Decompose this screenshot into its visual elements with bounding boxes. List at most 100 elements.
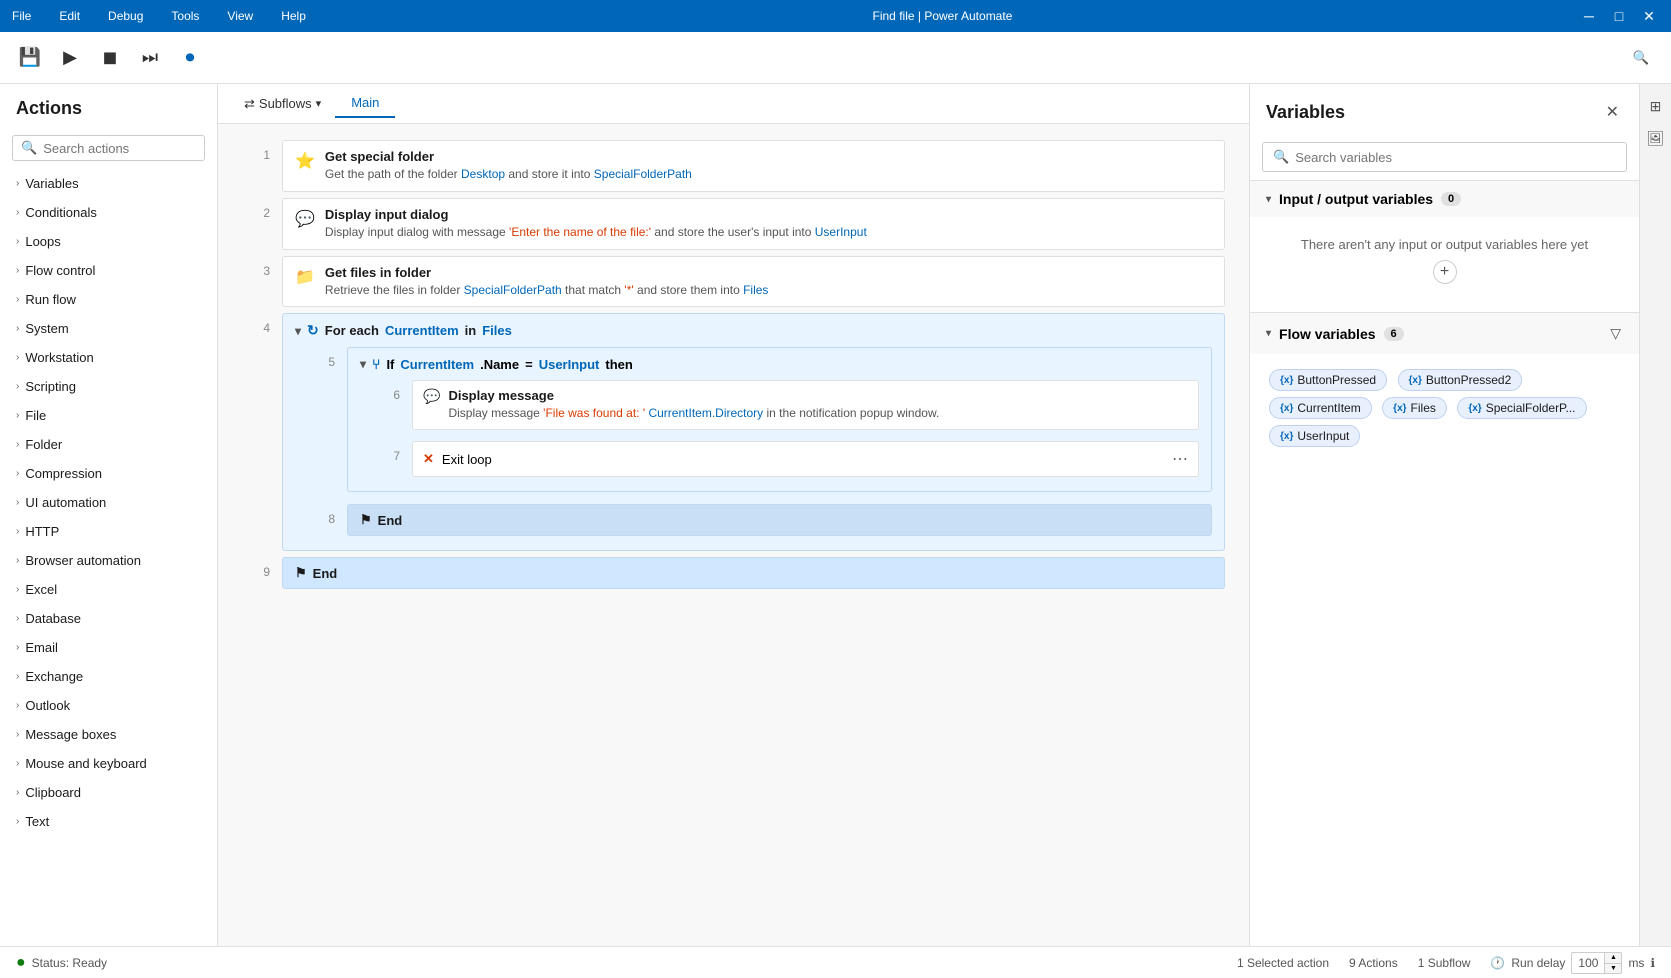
subflows-chevron-icon: ▾ — [316, 97, 322, 110]
menu-view[interactable]: View — [223, 7, 257, 25]
io-section-header[interactable]: ▾ Input / output variables 0 — [1250, 181, 1639, 217]
subflows-button[interactable]: ⇄ Subflows ▾ — [234, 90, 331, 118]
add-variable-button[interactable]: + — [1433, 260, 1457, 284]
action-item-folder[interactable]: › Folder — [0, 430, 217, 459]
var-chip-current-item[interactable]: {x} CurrentItem — [1269, 397, 1372, 419]
layers-icon-button[interactable]: ⊞ — [1642, 92, 1670, 120]
end-if-card[interactable]: ⚑ End — [347, 504, 1212, 536]
variables-panel: Variables ✕ 🔍 ▾ Input / output variables… — [1249, 84, 1639, 946]
step-card-get-files[interactable]: 📁 Get files in folder Retrieve the files… — [282, 256, 1225, 308]
action-item-file[interactable]: › File — [0, 401, 217, 430]
action-item-outlook[interactable]: › Outlook — [0, 691, 217, 720]
foreach-header[interactable]: ▾ ↻ For each CurrentItem in Files — [295, 322, 1212, 339]
action-item-mouse-keyboard[interactable]: › Mouse and keyboard — [0, 749, 217, 778]
menu-edit[interactable]: Edit — [55, 7, 84, 25]
menu-tools[interactable]: Tools — [167, 7, 203, 25]
chevron-icon: › — [16, 178, 19, 189]
image-icon-button[interactable]: 🖼 — [1642, 124, 1670, 152]
run-button[interactable]: ▶ — [52, 40, 88, 76]
filter-button[interactable]: ▽ — [1608, 323, 1623, 344]
menu-help[interactable]: Help — [277, 7, 310, 25]
if-var1: CurrentItem — [400, 357, 474, 372]
menu-file[interactable]: File — [8, 7, 35, 25]
action-item-loops[interactable]: › Loops — [0, 227, 217, 256]
variables-close-button[interactable]: ✕ — [1602, 98, 1623, 126]
actions-search-box: 🔍 — [12, 135, 205, 161]
action-item-system[interactable]: › System — [0, 314, 217, 343]
var-chip-files[interactable]: {x} Files — [1382, 397, 1447, 419]
action-item-email[interactable]: › Email — [0, 633, 217, 662]
record-button[interactable]: ⏺ — [172, 40, 208, 76]
action-item-text[interactable]: › Text — [0, 807, 217, 836]
foreach-in: in — [465, 323, 477, 338]
end-for-label: End — [313, 566, 338, 581]
action-item-excel[interactable]: › Excel — [0, 575, 217, 604]
message-icon: 💬 — [295, 207, 315, 229]
flow-editor: ⇄ Subflows ▾ Main 1 ⭐ Get special folder — [218, 84, 1249, 946]
toolbar: 💾 ▶ ◼ ⏭ ⏺ 🔍 — [0, 32, 1671, 84]
action-item-flow-control[interactable]: › Flow control — [0, 256, 217, 285]
toolbar-search-button[interactable]: 🔍 — [1623, 40, 1659, 76]
step-button[interactable]: ⏭ — [132, 40, 168, 76]
end-for-card[interactable]: ⚑ End — [282, 557, 1225, 589]
foreach-var2: Files — [482, 323, 512, 338]
action-item-scripting[interactable]: › Scripting — [0, 372, 217, 401]
step-desc: Get the path of the folder Desktop and s… — [325, 166, 1212, 183]
titlebar-menus: File Edit Debug Tools View Help — [8, 7, 310, 25]
var-chip-user-input[interactable]: {x} UserInput — [1269, 425, 1360, 447]
step-number: 1 — [242, 140, 270, 162]
step-card-get-special-folder[interactable]: ⭐ Get special folder Get the path of the… — [282, 140, 1225, 192]
action-item-message-boxes[interactable]: › Message boxes — [0, 720, 217, 749]
action-item-exchange[interactable]: › Exchange — [0, 662, 217, 691]
search-icon: 🔍 — [1273, 149, 1289, 165]
chevron-icon: › — [16, 265, 19, 276]
action-item-workstation[interactable]: › Workstation — [0, 343, 217, 372]
chevron-icon: › — [16, 584, 19, 595]
action-item-database[interactable]: › Database — [0, 604, 217, 633]
step-number: 4 — [242, 313, 270, 335]
save-button[interactable]: 💾 — [12, 40, 48, 76]
step-card-exit-loop[interactable]: ✕ Exit loop ⋯ — [412, 441, 1199, 477]
close-button[interactable]: ✕ — [1635, 4, 1663, 28]
menu-debug[interactable]: Debug — [104, 7, 147, 25]
status-dot-icon: ● — [16, 954, 26, 972]
action-item-run-flow[interactable]: › Run flow — [0, 285, 217, 314]
maximize-button[interactable]: □ — [1605, 4, 1633, 28]
action-item-ui-automation[interactable]: › UI automation — [0, 488, 217, 517]
step-card-display-message[interactable]: 💬 Display message Display message 'File … — [412, 380, 1199, 430]
step-1: 1 ⭐ Get special folder Get the path of t… — [242, 140, 1225, 192]
action-item-conditionals[interactable]: › Conditionals — [0, 198, 217, 227]
stop-button[interactable]: ◼ — [92, 40, 128, 76]
more-options-icon[interactable]: ⋯ — [1172, 449, 1188, 469]
io-count-badge: 0 — [1441, 192, 1461, 206]
search-variables-input[interactable] — [1295, 150, 1616, 165]
if-header[interactable]: ▾ ⑂ If CurrentItem .Name = UserInput the… — [360, 356, 1199, 372]
action-item-http[interactable]: › HTTP — [0, 517, 217, 546]
chevron-icon: › — [16, 555, 19, 566]
folder-icon: 📁 — [295, 265, 315, 287]
run-delay-up-button[interactable]: ▲ — [1605, 952, 1621, 963]
flow-section-header[interactable]: ▾ Flow variables 6 ▽ — [1250, 313, 1639, 354]
run-delay-down-button[interactable]: ▼ — [1605, 963, 1621, 974]
search-actions-input[interactable] — [43, 141, 196, 156]
chevron-icon: › — [16, 352, 19, 363]
var-chip-button-pressed2[interactable]: {x} ButtonPressed2 — [1398, 369, 1523, 391]
step-3: 3 📁 Get files in folder Retrieve the fil… — [242, 256, 1225, 308]
action-item-variables[interactable]: › Variables — [0, 169, 217, 198]
step-card-display-input[interactable]: 💬 Display input dialog Display input dia… — [282, 198, 1225, 250]
step-4: 4 ▾ ↻ For each CurrentItem in Files — [242, 313, 1225, 551]
var-chip-button-pressed[interactable]: {x} ButtonPressed — [1269, 369, 1387, 391]
action-item-compression[interactable]: › Compression — [0, 459, 217, 488]
action-item-browser-automation[interactable]: › Browser automation — [0, 546, 217, 575]
step-number: 9 — [242, 557, 270, 579]
minimize-button[interactable]: ─ — [1575, 4, 1603, 28]
actions-title: Actions — [0, 84, 217, 127]
action-item-clipboard[interactable]: › Clipboard — [0, 778, 217, 807]
window-title: Find file | Power Automate — [873, 9, 1013, 23]
var-chip-special-folder[interactable]: {x} SpecialFolderP... — [1457, 397, 1586, 419]
variables-header: Variables ✕ — [1250, 84, 1639, 134]
collapse-icon: ▾ — [360, 357, 366, 371]
main-content: Actions 🔍 › Variables › Conditionals › L… — [0, 84, 1671, 946]
tab-main[interactable]: Main — [335, 89, 395, 118]
variables-search-box: 🔍 — [1262, 142, 1627, 172]
